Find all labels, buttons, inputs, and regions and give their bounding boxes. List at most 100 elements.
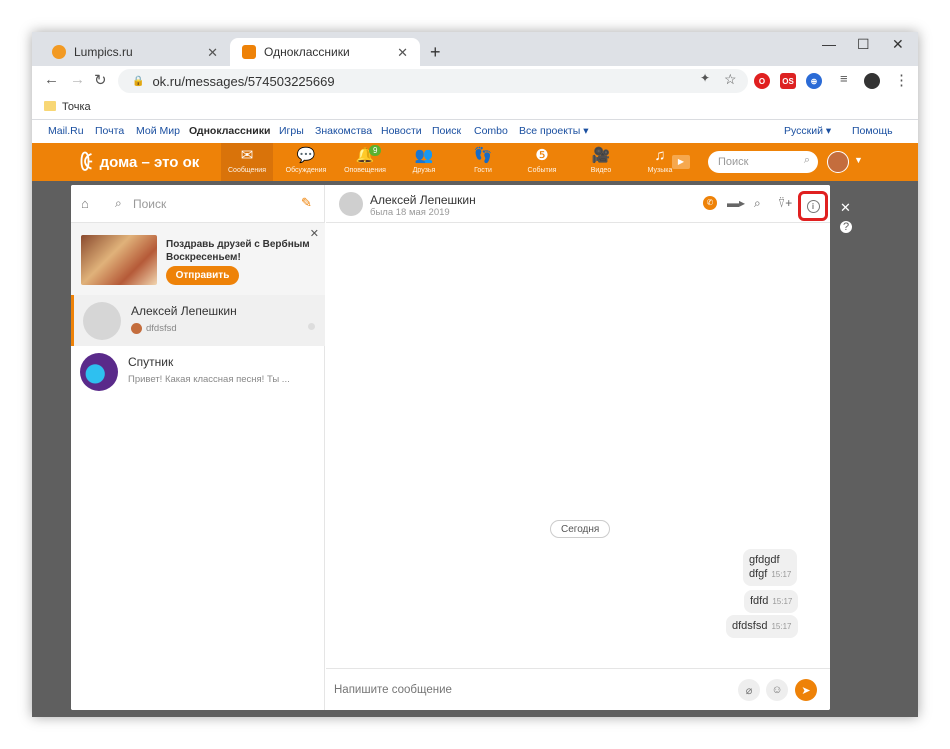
new-tab-icon[interactable]: + — [430, 42, 441, 63]
tab-odnoklassniki[interactable]: Одноклассники ✕ — [230, 38, 420, 66]
chat-list-column: ⌂ ⌕ Поиск ✎ Поздравь друзей с Вербным Во… — [71, 185, 325, 710]
help-question-icon[interactable]: ? — [840, 221, 852, 233]
opera-extension-icon[interactable]: O — [754, 73, 770, 89]
lock-icon: 🔒 — [132, 75, 145, 87]
message-bubble[interactable]: fdfd 15:17 — [744, 590, 799, 613]
read-status-dot — [308, 323, 315, 330]
address-bar[interactable]: 🔒 ok.ru/messages/574503225669 — [118, 69, 748, 93]
link-novosti[interactable]: Новости — [381, 125, 422, 137]
link-igry[interactable]: Игры — [279, 125, 304, 137]
url-text: ok.ru/messages/574503225669 — [152, 73, 335, 89]
date-separator: Сегодня — [550, 520, 611, 538]
os-extension-icon[interactable]: OS — [780, 73, 796, 89]
tab-title: Одноклассники — [264, 45, 350, 59]
ok-search-input[interactable]: Поиск ⌕ — [708, 151, 818, 173]
attach-paperclip-icon[interactable]: ⌀ — [738, 679, 760, 701]
chevron-down-icon[interactable]: ▼ — [854, 155, 863, 165]
emoji-icon[interactable]: ☺ — [766, 679, 788, 701]
forward-arrow-icon[interactable]: → — [70, 71, 85, 88]
bookmark-folder[interactable]: Точка — [62, 101, 91, 113]
search-icon[interactable]: ⌕ — [754, 196, 761, 211]
video-icon: 🎥 — [591, 147, 611, 164]
video-call-icon[interactable]: ▬▸ — [727, 196, 745, 210]
link-mailru[interactable]: Mail.Ru — [48, 125, 84, 137]
message-input[interactable] — [334, 681, 714, 699]
link-all-projects[interactable]: Все проекты ▾ — [519, 125, 588, 137]
link-combo[interactable]: Combo — [474, 125, 508, 137]
ok-logo[interactable]: ꈿ дома – это ок — [78, 149, 199, 176]
search-placeholder: Поиск — [718, 156, 749, 168]
link-help[interactable]: Помощь — [852, 125, 893, 137]
mailru-portal-bar: Mail.Ru Почта Мой Мир Одноклассники Игры… — [32, 120, 918, 143]
language-select[interactable]: Русский ▾ — [784, 125, 831, 137]
link-znakomstva[interactable]: Знакомства — [315, 125, 372, 137]
nav-notifications[interactable]: 🔔 9 Оповещения — [339, 143, 391, 181]
close-tab-icon[interactable]: ✕ — [207, 45, 218, 61]
message-time: 15:17 — [772, 597, 793, 606]
info-button-highlight[interactable]: i — [798, 191, 828, 221]
reload-icon[interactable]: ↻ — [94, 71, 107, 89]
bell-icon: 🔔 — [355, 147, 375, 164]
close-messenger-icon[interactable]: ✕ — [840, 200, 851, 216]
envelope-icon: ✉ — [240, 147, 254, 164]
message-bubble[interactable]: dfdsfsd 15:17 — [726, 615, 798, 638]
search-icon: ⌕ — [115, 196, 122, 210]
tab-lumpics[interactable]: Lumpics.ru ✕ — [40, 38, 230, 66]
chat-search-input[interactable]: Поиск — [133, 197, 166, 211]
home-icon[interactable]: ⌂ — [81, 196, 89, 211]
chat-name: Алексей Лепешкин — [131, 304, 237, 318]
friends-icon: 👥 — [414, 147, 434, 164]
back-arrow-icon[interactable]: ← — [44, 71, 59, 88]
menu-kebab-icon[interactable]: ⋮ — [894, 71, 909, 89]
chat-item[interactable]: Алексей Лепешкин dfdsfsd — [71, 295, 325, 346]
send-greeting-button[interactable]: Отправить — [166, 266, 239, 285]
info-icon[interactable]: i — [806, 199, 820, 213]
nav-friends[interactable]: 👥 Друзья — [398, 143, 450, 181]
nav-discussions[interactable]: 💬 Обсуждения — [280, 143, 332, 181]
message-bubble[interactable]: gfdgdf dfgf 15:17 — [743, 549, 798, 586]
close-window-icon[interactable]: ✕ — [892, 36, 904, 53]
link-moy-mir[interactable]: Мой Мир — [136, 125, 180, 137]
close-tab-icon[interactable]: ✕ — [397, 45, 408, 61]
chat-item[interactable]: Спутник Привет! Какая классная песня! Ты… — [71, 346, 325, 397]
contact-name[interactable]: Алексей Лепешкин — [370, 193, 476, 207]
ok-header: ꈿ дома – это ок ✉ Сообщения 💬 Обсуждения… — [32, 143, 918, 181]
compose-icon[interactable]: ✎ — [301, 195, 312, 211]
promo-banner: Поздравь друзей с Вербным Воскресеньем! … — [71, 223, 325, 295]
play-icon[interactable]: ▶ — [672, 155, 690, 169]
avatar — [83, 302, 121, 340]
lumpics-favicon-icon — [52, 45, 66, 59]
bookmark-star-icon[interactable]: ☆ — [724, 71, 737, 88]
folder-icon — [44, 101, 56, 111]
nav-guests[interactable]: 👣 Гости — [457, 143, 509, 181]
avatar[interactable] — [339, 192, 363, 216]
nav-video[interactable]: 🎥 Видео — [575, 143, 627, 181]
conversation-column: Алексей Лепешкин была 18 мая 2019 ✆ ▬▸ ⌕… — [326, 185, 830, 710]
nav-events[interactable]: ❺ События — [516, 143, 568, 181]
link-pochta[interactable]: Почта — [95, 125, 124, 137]
promo-image — [81, 235, 157, 285]
media-control-icon[interactable]: ≡ — [840, 71, 848, 86]
user-avatar[interactable] — [827, 151, 849, 173]
phone-call-icon[interactable]: ✆ — [703, 196, 717, 210]
minimize-icon[interactable]: — — [822, 36, 836, 52]
extension-puzzle-icon[interactable]: ✦ — [700, 71, 710, 85]
vpn-extension-icon[interactable]: ⊕ — [806, 73, 822, 89]
browser-window: Lumpics.ru ✕ Одноклассники ✕ + — ☐ ✕ ← →… — [32, 32, 918, 717]
add-user-icon[interactable]: ⍢+ — [778, 196, 792, 211]
events-icon: ❺ — [535, 147, 549, 164]
link-poisk[interactable]: Поиск — [432, 125, 461, 137]
send-arrow-icon[interactable]: ➤ — [795, 679, 817, 701]
search-icon[interactable]: ⌕ — [804, 154, 810, 167]
conversation-header: Алексей Лепешкин была 18 мая 2019 ✆ ▬▸ ⌕… — [326, 185, 830, 223]
message-time: 15:17 — [771, 570, 792, 579]
profile-avatar[interactable] — [864, 73, 880, 89]
maximize-icon[interactable]: ☐ — [857, 36, 870, 53]
close-icon[interactable]: ✕ — [310, 227, 319, 240]
nav-messages[interactable]: ✉ Сообщения — [221, 143, 273, 181]
tab-title: Lumpics.ru — [74, 45, 133, 59]
last-seen-status: была 18 мая 2019 — [370, 207, 450, 218]
link-odnoklassniki[interactable]: Одноклассники — [189, 125, 270, 137]
message-composer: ⌀ ☺ ➤ — [326, 668, 830, 710]
bookmarks-bar: Точка — [32, 96, 918, 120]
